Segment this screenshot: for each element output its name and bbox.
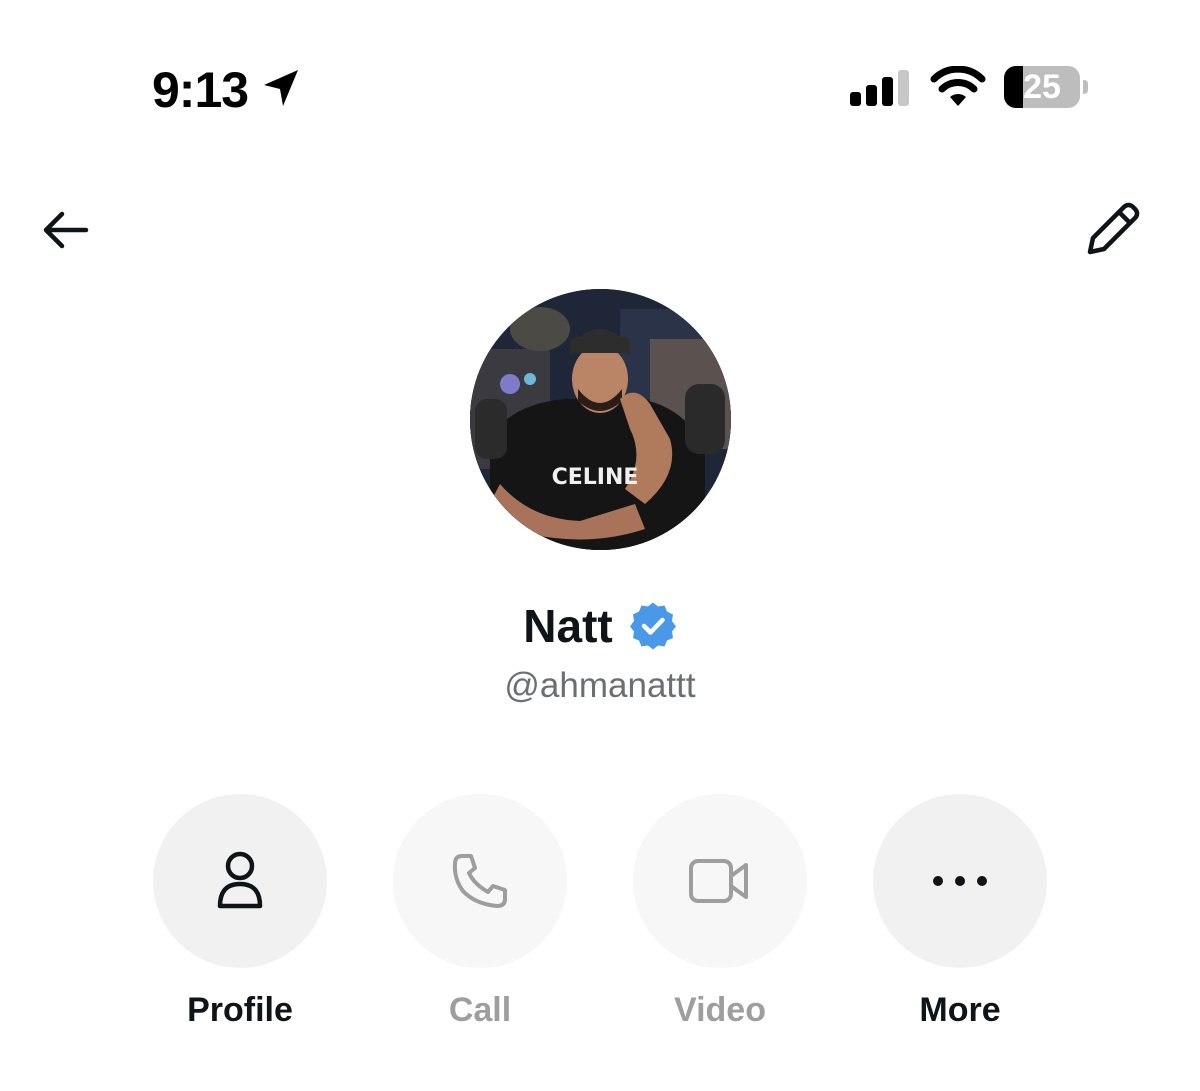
action-more[interactable]: More bbox=[873, 794, 1047, 1044]
cellular-signal-icon bbox=[850, 70, 909, 106]
more-dots-icon bbox=[933, 876, 987, 886]
video-button[interactable] bbox=[633, 794, 807, 968]
avatar-shirt-text: CELINE bbox=[552, 465, 639, 490]
battery-cap bbox=[1083, 80, 1088, 94]
phone-icon bbox=[452, 854, 507, 908]
pencil-icon bbox=[1087, 202, 1140, 255]
video-button-label: Video bbox=[674, 991, 766, 1029]
action-profile[interactable]: Profile bbox=[153, 794, 327, 1044]
name-row: Natt bbox=[0, 596, 1200, 656]
arrow-left-icon bbox=[43, 211, 89, 249]
battery-icon: 25 bbox=[1004, 66, 1088, 108]
battery-body: 25 bbox=[1004, 66, 1080, 108]
profile-handle: @ahmanattt bbox=[504, 666, 696, 705]
video-camera-icon bbox=[689, 859, 748, 903]
wifi-icon bbox=[930, 66, 986, 106]
more-button[interactable] bbox=[873, 794, 1047, 968]
profile-avatar[interactable]: CELINE bbox=[470, 289, 731, 550]
person-icon bbox=[217, 851, 263, 909]
status-time: 9:13 bbox=[152, 62, 249, 118]
more-button-label: More bbox=[919, 991, 1001, 1029]
avatar-photo: CELINE bbox=[470, 289, 731, 550]
edit-button[interactable] bbox=[1084, 200, 1142, 258]
call-button-label: Call bbox=[448, 991, 512, 1029]
action-video[interactable]: Video bbox=[633, 794, 807, 1044]
call-button[interactable] bbox=[393, 794, 567, 968]
back-button[interactable] bbox=[36, 204, 96, 256]
profile-name: Natt bbox=[523, 600, 613, 652]
verified-badge-icon bbox=[629, 602, 676, 650]
location-arrow-icon bbox=[264, 70, 298, 106]
action-call[interactable]: Call bbox=[393, 794, 567, 1044]
profile-button[interactable] bbox=[153, 794, 327, 968]
profile-button-label: Profile bbox=[187, 991, 293, 1029]
battery-level: 25 bbox=[1023, 68, 1061, 106]
